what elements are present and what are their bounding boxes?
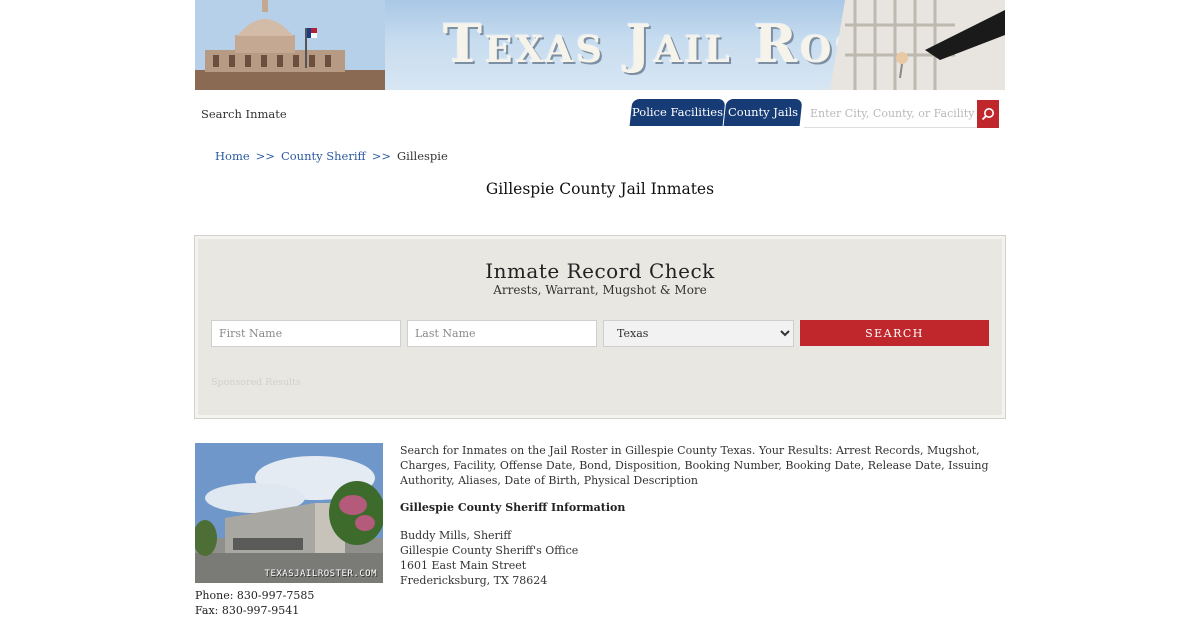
- breadcrumb-home[interactable]: Home: [215, 149, 250, 163]
- breadcrumb: Home >> County Sheriff >> Gillespie: [215, 149, 448, 163]
- tab-police-facilities-label: Police Facilities: [632, 105, 723, 119]
- facility-search-button[interactable]: [977, 100, 999, 128]
- photo-watermark: TEXASJAILROSTER.COM: [264, 569, 377, 579]
- breadcrumb-county-sheriff[interactable]: County Sheriff: [281, 149, 366, 163]
- sheriff-contact: Phone: 830-997-7585 Fax: 830-997-9541: [195, 588, 314, 618]
- capitol-building-image: [195, 0, 385, 90]
- record-check-title: Inmate Record Check: [485, 259, 715, 283]
- tab-county-jails-label: County Jails: [727, 105, 799, 119]
- last-name-input[interactable]: [407, 320, 597, 347]
- address-line: 1601 East Main Street: [400, 559, 527, 572]
- jail-cell-image: [830, 0, 1005, 90]
- inmate-record-check-panel: Inmate Record Check Arrests, Warrant, Mu…: [194, 235, 1006, 419]
- sheriff-office-image: [195, 443, 383, 583]
- breadcrumb-current: Gillespie: [396, 149, 448, 163]
- breadcrumb-separator: >>: [371, 149, 391, 163]
- tab-county-jails[interactable]: County Jails: [723, 99, 803, 126]
- tab-police-facilities[interactable]: Police Facilities: [629, 99, 726, 126]
- site-banner[interactable]: Texas Jail Roster: [195, 0, 1005, 90]
- search-inmate-link[interactable]: Search Inmate: [201, 107, 287, 121]
- state-select[interactable]: Texas: [603, 320, 794, 347]
- address-line: Fredericksburg, TX 78624: [400, 574, 548, 587]
- address-line: Gillespie County Sheriff's Office: [400, 544, 579, 557]
- sponsored-results-label: Sponsored Results: [211, 377, 301, 388]
- sheriff-address: Buddy Mills, Sheriff Gillespie County Sh…: [400, 528, 578, 588]
- inmate-search-button[interactable]: SEARCH: [800, 320, 989, 346]
- record-check-subtitle: Arrests, Warrant, Mugshot & More: [493, 283, 707, 297]
- facility-search-input[interactable]: [804, 100, 978, 128]
- fax-number: Fax: 830-997-9541: [195, 604, 300, 617]
- phone-number: Phone: 830-997-7585: [195, 589, 315, 602]
- sheriff-info-heading: Gillespie County Sheriff Information: [400, 501, 626, 514]
- page-title: Gillespie County Jail Inmates: [485, 180, 715, 198]
- address-line: Buddy Mills, Sheriff: [400, 529, 512, 542]
- first-name-input[interactable]: [211, 320, 401, 347]
- sheriff-office-photo: TEXASJAILROSTER.COM: [195, 443, 383, 583]
- search-icon: [981, 108, 994, 121]
- breadcrumb-separator: >>: [255, 149, 275, 163]
- search-description: Search for Inmates on the Jail Roster in…: [400, 444, 989, 487]
